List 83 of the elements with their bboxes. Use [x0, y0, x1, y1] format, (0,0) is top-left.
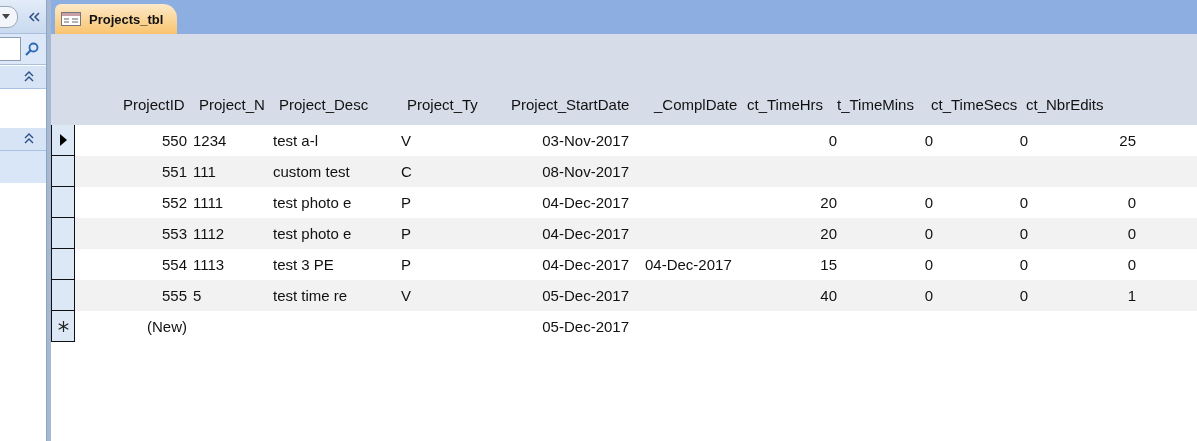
table-cell: 25 — [1119, 132, 1136, 149]
column-header[interactable]: ct_TimeSecs — [928, 85, 1023, 125]
table-cell: test 3 PE — [273, 256, 334, 273]
double-chevron-icon — [27, 11, 41, 22]
table-cell: (New) — [147, 318, 187, 335]
table-cell: test time re — [273, 287, 348, 304]
table-cell: 0 — [828, 132, 837, 149]
table-cell: 0 — [924, 256, 933, 273]
record-selector[interactable] — [51, 156, 75, 187]
table-cell: 40 — [820, 287, 837, 304]
table-cell: 1 — [1127, 287, 1136, 304]
column-header[interactable]: _ComplDate — [651, 85, 744, 125]
record-selector[interactable] — [51, 218, 75, 249]
column-header[interactable]: ct_TimeHrs — [744, 85, 834, 125]
table-cell: 05-Dec-2017 — [542, 318, 629, 335]
table-cell: 0 — [1019, 287, 1028, 304]
table-cell: 1113 — [193, 256, 225, 273]
table-cell: 05-Dec-2017 — [542, 287, 629, 304]
current-record-icon — [59, 134, 67, 146]
caret-icon — [1, 13, 11, 20]
table-cell: 03-Nov-2017 — [542, 132, 629, 149]
collapse-icon — [24, 133, 34, 145]
table-cell: 0 — [924, 132, 933, 149]
table-cell: 550 — [161, 132, 187, 149]
table-cell: 1111 — [193, 194, 224, 211]
record-selector[interactable] — [51, 249, 75, 280]
table-cell: P — [401, 194, 411, 211]
table-cell: 555 — [161, 287, 187, 304]
group-header[interactable] — [0, 127, 46, 151]
table-cell: 111 — [193, 163, 216, 180]
column-header[interactable]: Project_StartDate — [508, 85, 651, 125]
table-cell: 554 — [161, 256, 187, 273]
table-cell: test photo e — [273, 225, 352, 242]
table-cell: 20 — [820, 194, 837, 211]
search-field[interactable] — [0, 37, 21, 61]
column-header[interactable]: Project_Desc — [276, 85, 404, 125]
table-cell: custom test — [273, 163, 350, 180]
table-cell: 0 — [1127, 225, 1136, 242]
table-cell: 553 — [161, 225, 187, 242]
table-cell: V — [401, 287, 411, 304]
table-cell: 15 — [820, 256, 837, 273]
record-selector[interactable] — [51, 125, 75, 156]
table-cell: 0 — [924, 225, 933, 242]
table-cell: 0 — [924, 194, 933, 211]
table-cell: 5 — [193, 287, 202, 304]
table-cell: 1234 — [193, 132, 227, 149]
table-cell: 0 — [1019, 194, 1028, 211]
table-cell: 08-Nov-2017 — [542, 163, 629, 180]
table-cell: 551 — [161, 163, 187, 180]
table-cell: P — [401, 225, 411, 242]
table-cell: 04-Dec-2017 — [542, 256, 629, 273]
search-icon[interactable] — [25, 42, 39, 56]
table-cell: 0 — [1019, 132, 1028, 149]
table-icon — [61, 12, 81, 26]
table-cell: 04-Dec-2017 — [542, 194, 629, 211]
document-tab[interactable]: Projects_tbl — [55, 4, 178, 34]
table-cell: 0 — [1019, 225, 1028, 242]
dropdown-button[interactable] — [0, 5, 18, 28]
table-cell: 0 — [1019, 256, 1028, 273]
table-cell: P — [401, 256, 411, 273]
table-cell: 0 — [924, 287, 933, 304]
column-header[interactable]: ct_NbrEdits — [1023, 85, 1143, 125]
table-cell: test photo e — [273, 194, 352, 211]
table-cell: 04-Dec-2017 — [542, 225, 629, 242]
table-cell: 20 — [820, 225, 837, 242]
table-cell: 04-Dec-2017 — [645, 256, 732, 273]
column-header[interactable]: ProjectID — [76, 85, 196, 125]
table-cell: 1112 — [193, 225, 225, 242]
asterisk-icon — [57, 320, 69, 332]
collapse-icon — [24, 71, 34, 83]
table-cell: test a-l — [273, 132, 318, 149]
table-cell: 0 — [1127, 194, 1136, 211]
group-header[interactable] — [0, 65, 46, 89]
record-selector[interactable] — [51, 280, 75, 311]
column-header[interactable]: Project_Ty — [404, 85, 508, 125]
table-cell: 0 — [1127, 256, 1136, 273]
table-cell: V — [401, 132, 411, 149]
column-header[interactable]: Project_N — [196, 85, 276, 125]
record-selector[interactable] — [51, 311, 75, 342]
table-cell: 552 — [161, 194, 187, 211]
record-selector[interactable] — [51, 187, 75, 218]
table-cell: C — [401, 163, 412, 180]
column-header[interactable]: t_TimeMins — [834, 85, 928, 125]
